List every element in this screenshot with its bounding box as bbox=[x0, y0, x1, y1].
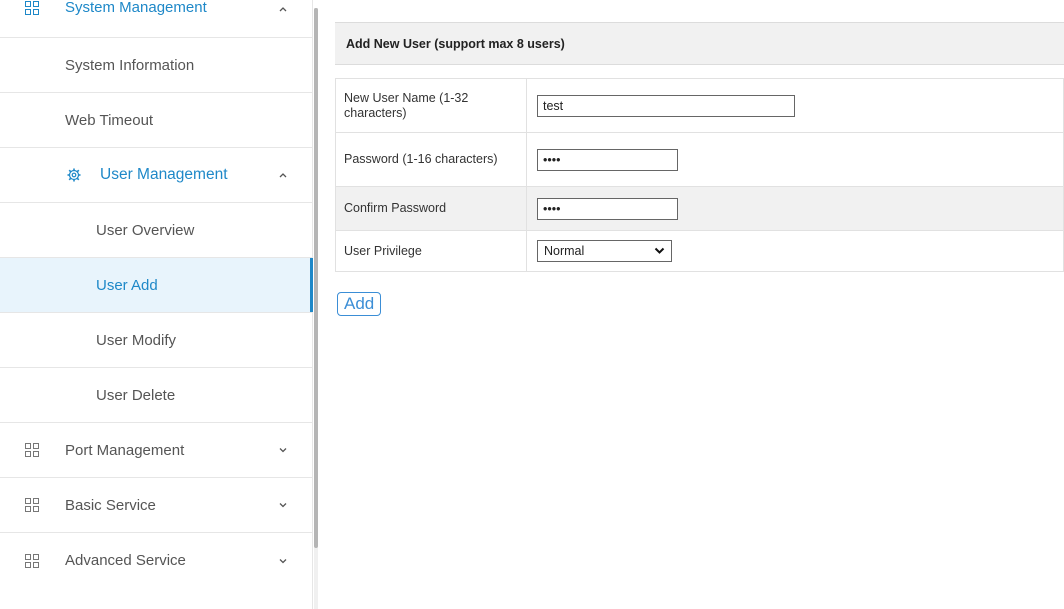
sidebar-item-user-delete[interactable]: User Delete bbox=[0, 368, 312, 423]
gear-icon bbox=[67, 168, 81, 182]
privilege-select[interactable]: Normal bbox=[537, 240, 672, 262]
sidebar-item-label: Basic Service bbox=[65, 496, 156, 514]
sidebar-item-basic-service[interactable]: Basic Service bbox=[0, 478, 312, 533]
sidebar-item-label: User Overview bbox=[96, 221, 195, 239]
username-label: New User Name (1-32 characters) bbox=[335, 78, 527, 133]
sidebar-item-user-overview[interactable]: User Overview bbox=[0, 203, 312, 258]
sidebar-item-port-management[interactable]: Port Management bbox=[0, 423, 312, 478]
sidebar-item-label: User Modify bbox=[96, 331, 177, 349]
chevron-down-icon bbox=[654, 247, 665, 254]
form-row-username: New User Name (1-32 characters) bbox=[335, 78, 1064, 133]
page-title: Add New User (support max 8 users) bbox=[335, 22, 1064, 65]
sidebar-scrollbar[interactable] bbox=[314, 8, 318, 609]
password-label: Password (1-16 characters) bbox=[335, 132, 527, 187]
sidebar-item-label: User Management bbox=[100, 166, 228, 183]
chevron-down-icon bbox=[279, 503, 287, 508]
sidebar-item-label: System Information bbox=[65, 56, 195, 74]
chevron-up-icon bbox=[279, 7, 287, 12]
form-row-password: Password (1-16 characters) bbox=[335, 132, 1064, 187]
confirm-password-cell bbox=[526, 186, 1064, 231]
password-cell bbox=[526, 132, 1064, 187]
sidebar: System Management System Information Web… bbox=[0, 0, 313, 609]
confirm-password-input[interactable] bbox=[537, 197, 678, 220]
scrollbar-thumb[interactable] bbox=[314, 8, 318, 548]
sidebar-item-label: User Delete bbox=[96, 386, 176, 404]
username-input[interactable] bbox=[537, 94, 795, 117]
sidebar-item-label: Web Timeout bbox=[65, 111, 154, 129]
sidebar-item-label: System Management bbox=[65, 0, 207, 16]
add-button[interactable]: Add bbox=[337, 292, 382, 316]
sidebar-item-advanced-service[interactable]: Advanced Service bbox=[0, 533, 312, 588]
sidebar-item-label: Port Management bbox=[65, 441, 185, 459]
sidebar-item-user-add[interactable]: User Add bbox=[0, 258, 313, 313]
sidebar-item-system-management[interactable]: System Management bbox=[0, 0, 312, 38]
chevron-up-icon bbox=[279, 173, 287, 178]
chevron-down-icon bbox=[279, 448, 287, 453]
privilege-cell: Normal bbox=[526, 230, 1064, 272]
privilege-selected-value: Normal bbox=[544, 244, 585, 258]
privilege-label: User Privilege bbox=[335, 230, 527, 272]
username-cell bbox=[526, 78, 1064, 133]
form-row-confirm-password: Confirm Password bbox=[335, 186, 1064, 231]
grid-icon bbox=[25, 443, 39, 457]
grid-icon bbox=[25, 498, 39, 512]
sidebar-item-web-timeout[interactable]: Web Timeout bbox=[0, 93, 312, 148]
sidebar-item-label: User Add bbox=[96, 276, 158, 294]
sidebar-item-label: Advanced Service bbox=[65, 552, 186, 569]
grid-icon bbox=[25, 553, 39, 568]
sidebar-item-user-modify[interactable]: User Modify bbox=[0, 313, 312, 368]
chevron-down-icon bbox=[279, 558, 287, 563]
grid-icon bbox=[25, 1, 39, 15]
confirm-password-label: Confirm Password bbox=[335, 186, 527, 231]
form-row-privilege: User Privilege Normal bbox=[335, 230, 1064, 272]
password-input[interactable] bbox=[537, 148, 678, 171]
main-content: Add New User (support max 8 users) New U… bbox=[335, 0, 1064, 609]
sidebar-item-user-management[interactable]: User Management bbox=[0, 148, 312, 203]
user-add-form: New User Name (1-32 characters) Password… bbox=[335, 78, 1064, 272]
sidebar-item-system-information[interactable]: System Information bbox=[0, 38, 312, 93]
